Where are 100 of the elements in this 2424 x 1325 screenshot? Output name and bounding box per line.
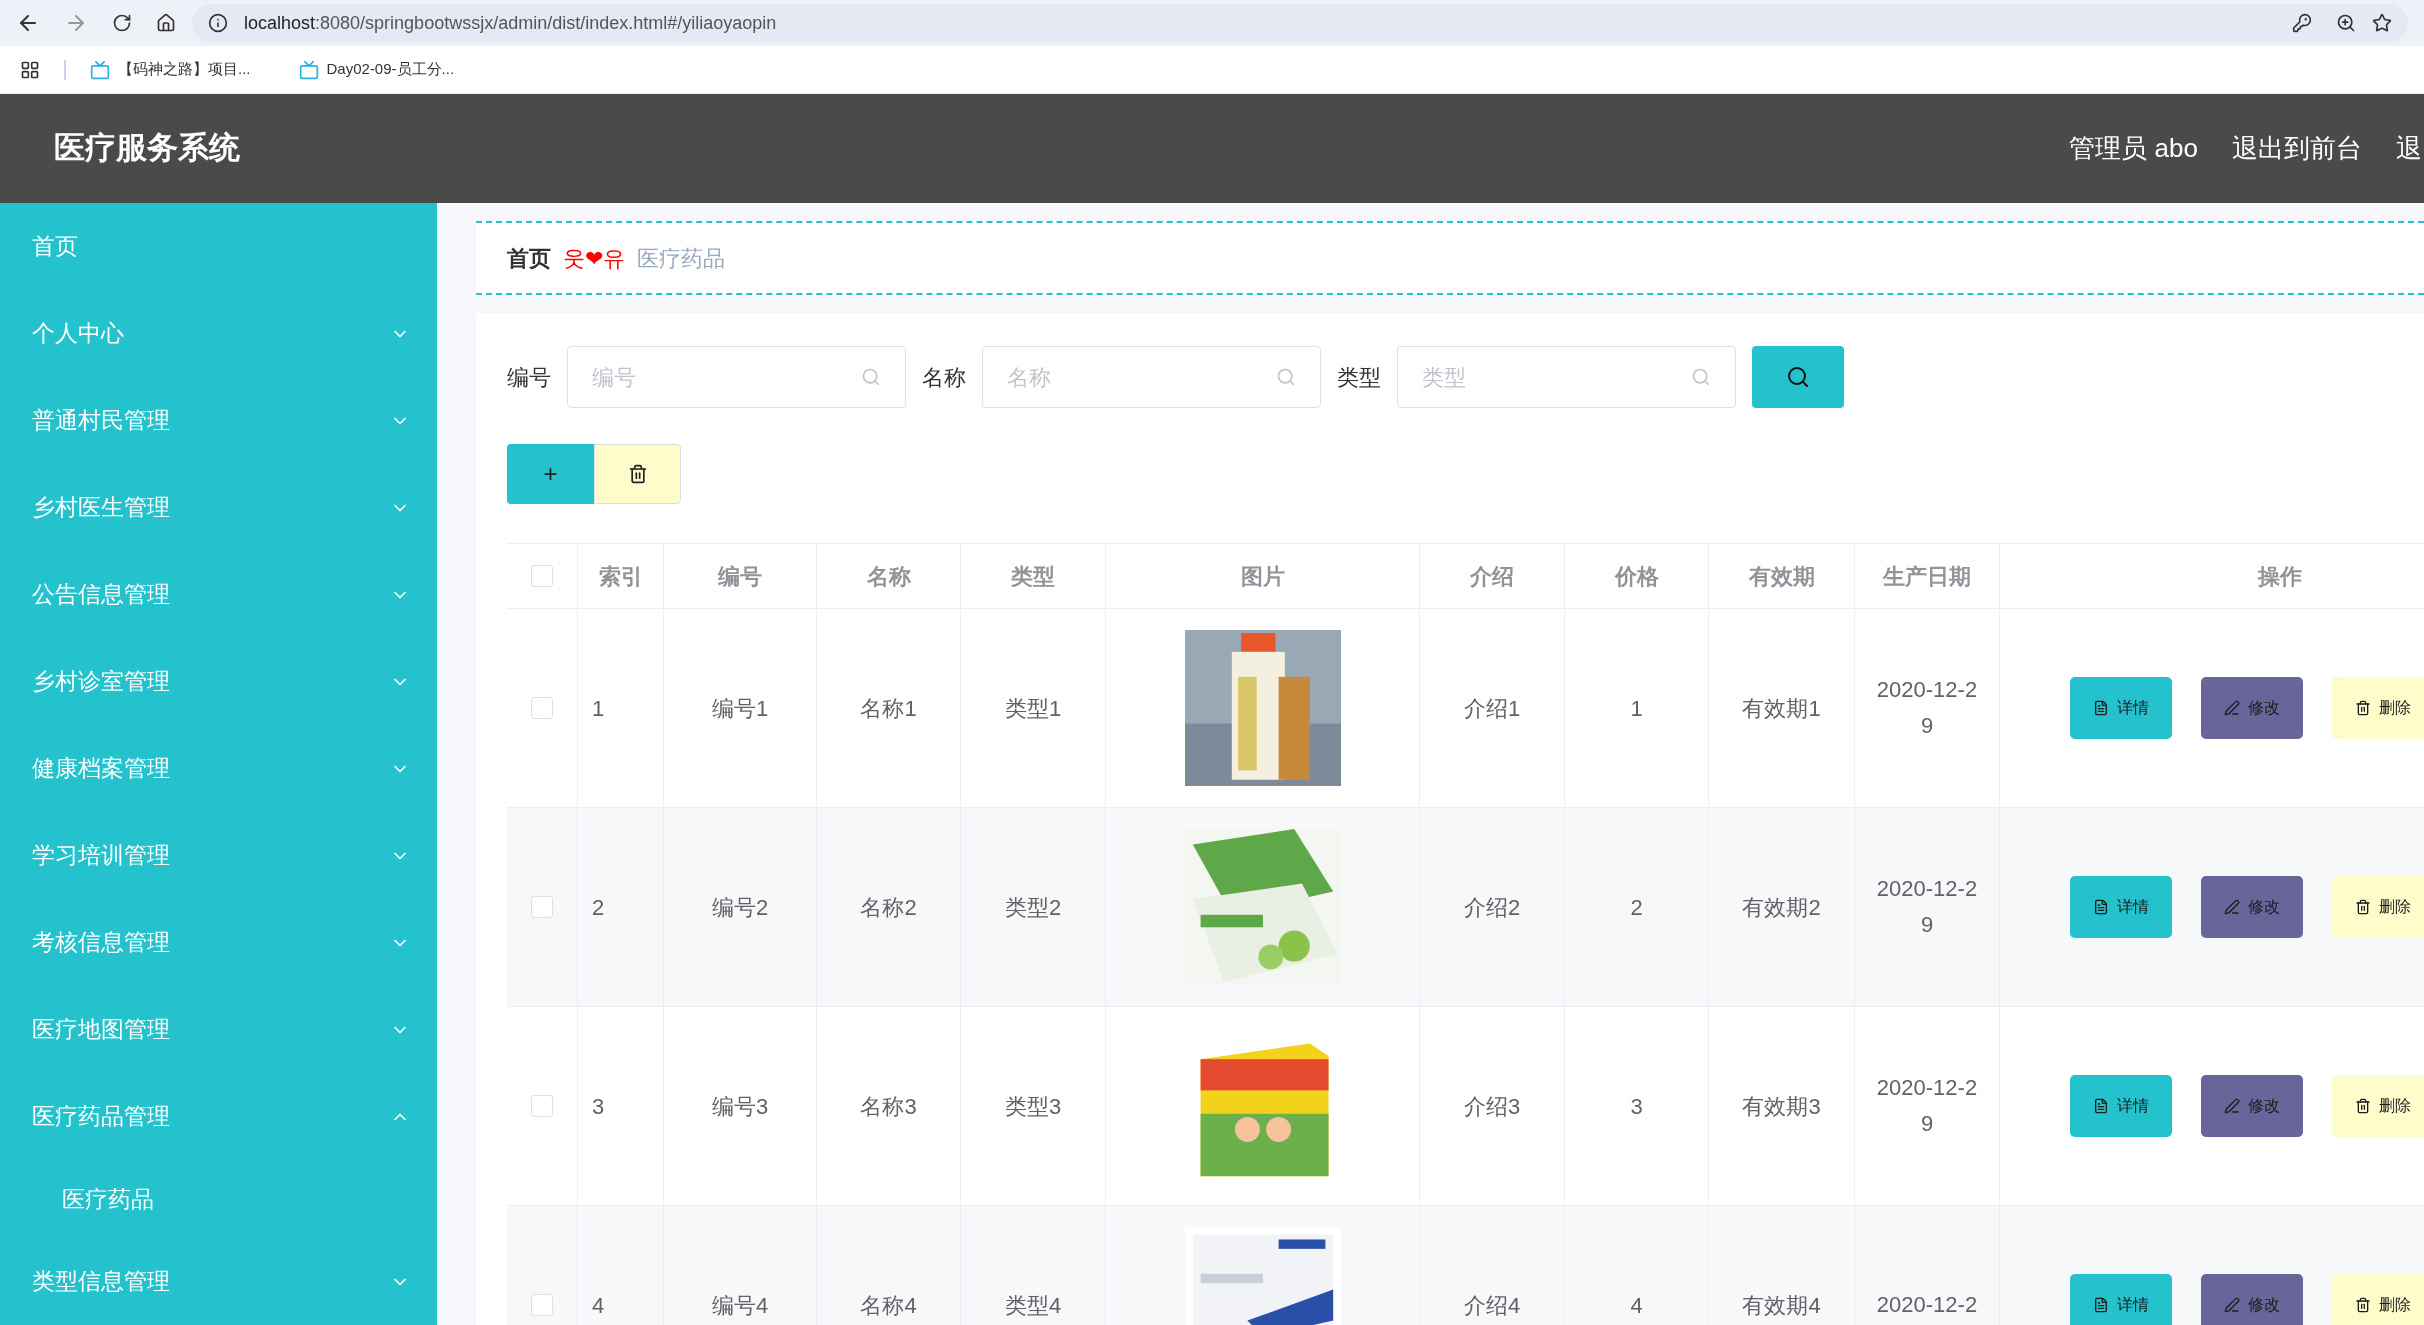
table-cell: 有效期4 — [1709, 1206, 1855, 1325]
table-cell: 2 — [1565, 808, 1709, 1006]
search-icon — [1276, 367, 1296, 387]
apps-icon[interactable] — [20, 59, 40, 80]
checkbox[interactable] — [531, 565, 553, 587]
search-icon — [1691, 367, 1711, 387]
table-cell: 4 — [1565, 1206, 1709, 1325]
edit-button[interactable]: 修改 — [2201, 876, 2303, 938]
pen-icon — [2224, 700, 2240, 716]
table-cell: 介绍1 — [1420, 609, 1565, 807]
search-input[interactable]: 名称 — [1007, 360, 1276, 394]
table-cell: 有效期2 — [1709, 808, 1855, 1006]
document-icon — [2093, 1098, 2109, 1114]
breadcrumb-current: 医疗药品 — [637, 244, 725, 273]
address-bar[interactable]: localhost:8080/springbootwssjx/admin/dist/index.html#/yiliaoyaopin — [192, 4, 2408, 42]
table-cell: 编号3 — [664, 1007, 817, 1205]
table-cell: 3 — [1565, 1007, 1709, 1205]
search-input[interactable]: 类型 — [1422, 360, 1691, 394]
sidebar-item[interactable]: 医疗药品管理 — [0, 1073, 437, 1160]
star-icon[interactable] — [2372, 13, 2392, 33]
reload-icon[interactable] — [112, 13, 132, 33]
header-link[interactable]: 退出到前台 — [2232, 129, 2362, 168]
column-header: 有效期 — [1709, 544, 1855, 608]
table-cell: 编号1 — [664, 609, 817, 807]
search-input[interactable]: 编号 — [592, 360, 861, 394]
edit-button[interactable]: 修改 — [2201, 677, 2303, 739]
header-link[interactable]: 退 — [2396, 129, 2422, 168]
checkbox[interactable] — [531, 1294, 553, 1316]
sidebar-subitem[interactable]: 医疗药品 — [0, 1160, 437, 1238]
table-cell: 介绍2 — [1420, 808, 1565, 1006]
document-icon — [2093, 700, 2109, 716]
zoom-icon[interactable] — [2336, 13, 2356, 33]
delete-button[interactable]: 删除 — [2332, 677, 2424, 739]
home-icon[interactable] — [156, 13, 176, 33]
table-cell: 2020-12-29 — [1855, 609, 2000, 807]
edit-button[interactable]: 修改 — [2201, 1274, 2303, 1325]
detail-button[interactable]: 详情 — [2070, 1075, 2172, 1137]
edit-button[interactable]: 修改 — [2201, 1075, 2303, 1137]
delete-button[interactable]: 删除 — [2332, 1274, 2424, 1325]
table-cell: 类型3 — [961, 1007, 1106, 1205]
column-header: 图片 — [1106, 544, 1420, 608]
search-icon — [1786, 365, 1810, 389]
table-cell-text: 3 — [592, 1092, 605, 1121]
bookmark[interactable]: 【码神之路】项目... — [118, 58, 251, 81]
search-button[interactable] — [1752, 346, 1844, 408]
column-header: 生产日期 — [1855, 544, 2000, 608]
delete-button[interactable]: 删除 — [2332, 1075, 2424, 1137]
checkbox[interactable] — [531, 697, 553, 719]
sidebar-item[interactable]: 学习培训管理 — [0, 812, 437, 899]
sidebar-item[interactable]: 公告信息管理 — [0, 551, 437, 638]
pen-icon — [2224, 1098, 2240, 1114]
header-link[interactable]: 管理员 abo — [2069, 129, 2198, 168]
bookmark[interactable]: Day02-09-员工分... — [326, 58, 455, 81]
field-label: 编号 — [507, 363, 551, 392]
table-cell: 类型1 — [961, 609, 1106, 807]
detail-button[interactable]: 详情 — [2070, 1274, 2172, 1325]
trash-icon — [2355, 1297, 2371, 1313]
column-header: 介绍 — [1420, 544, 1565, 608]
sidebar-item[interactable]: 首页 — [0, 203, 437, 290]
search-field[interactable]: 类型 — [1397, 346, 1736, 408]
breadcrumb-link[interactable]: 首页 — [507, 241, 551, 275]
search-field[interactable]: 编号 — [567, 346, 906, 408]
checkbox[interactable] — [531, 1095, 553, 1117]
trash-icon — [2355, 899, 2371, 915]
sidebar-item[interactable]: 普通村民管理 — [0, 377, 437, 464]
table-cell: 1 — [1565, 609, 1709, 807]
trash-icon — [2355, 700, 2371, 716]
sidebar-item[interactable]: 考核信息管理 — [0, 899, 437, 986]
tv-icon — [90, 59, 110, 80]
column-header: 类型 — [961, 544, 1106, 608]
detail-button[interactable]: 详情 — [2070, 677, 2172, 739]
search-field[interactable]: 名称 — [982, 346, 1321, 408]
detail-button[interactable]: 详情 — [2070, 876, 2172, 938]
tv-icon — [298, 59, 319, 80]
sidebar-item[interactable]: 类型信息管理 — [0, 1238, 437, 1325]
add-button[interactable]: + — [507, 444, 594, 504]
sidebar-item[interactable]: 医疗地图管理 — [0, 986, 437, 1073]
table-cell: 有效期3 — [1709, 1007, 1855, 1205]
info-icon[interactable] — [208, 13, 228, 33]
key-icon[interactable] — [2292, 13, 2312, 33]
table-cell: 编号2 — [664, 808, 817, 1006]
table-cell: 名称4 — [817, 1206, 961, 1325]
checkbox[interactable] — [531, 896, 553, 918]
delete-button[interactable]: 删除 — [2332, 876, 2424, 938]
trash-icon — [627, 464, 648, 484]
sidebar-item[interactable]: 乡村医生管理 — [0, 464, 437, 551]
table-cell: 介绍4 — [1420, 1206, 1565, 1325]
url-text: localhost:8080/springbootwssjx/admin/dist/index.html#/yiliaoyaopin — [244, 11, 777, 35]
delete-button[interactable] — [594, 444, 681, 504]
search-icon — [861, 367, 881, 387]
table-cell-text: 4 — [592, 1291, 605, 1320]
sidebar-item[interactable]: 个人中心 — [0, 290, 437, 377]
table-cell: 编号4 — [664, 1206, 817, 1325]
sidebar-item[interactable]: 乡村诊室管理 — [0, 638, 437, 725]
trash-icon — [2355, 1098, 2371, 1114]
sidebar-item[interactable]: 健康档案管理 — [0, 725, 437, 812]
pen-icon — [2224, 1297, 2240, 1313]
document-icon — [2093, 1297, 2109, 1313]
pen-icon — [2224, 899, 2240, 915]
column-header: 编号 — [664, 544, 817, 608]
